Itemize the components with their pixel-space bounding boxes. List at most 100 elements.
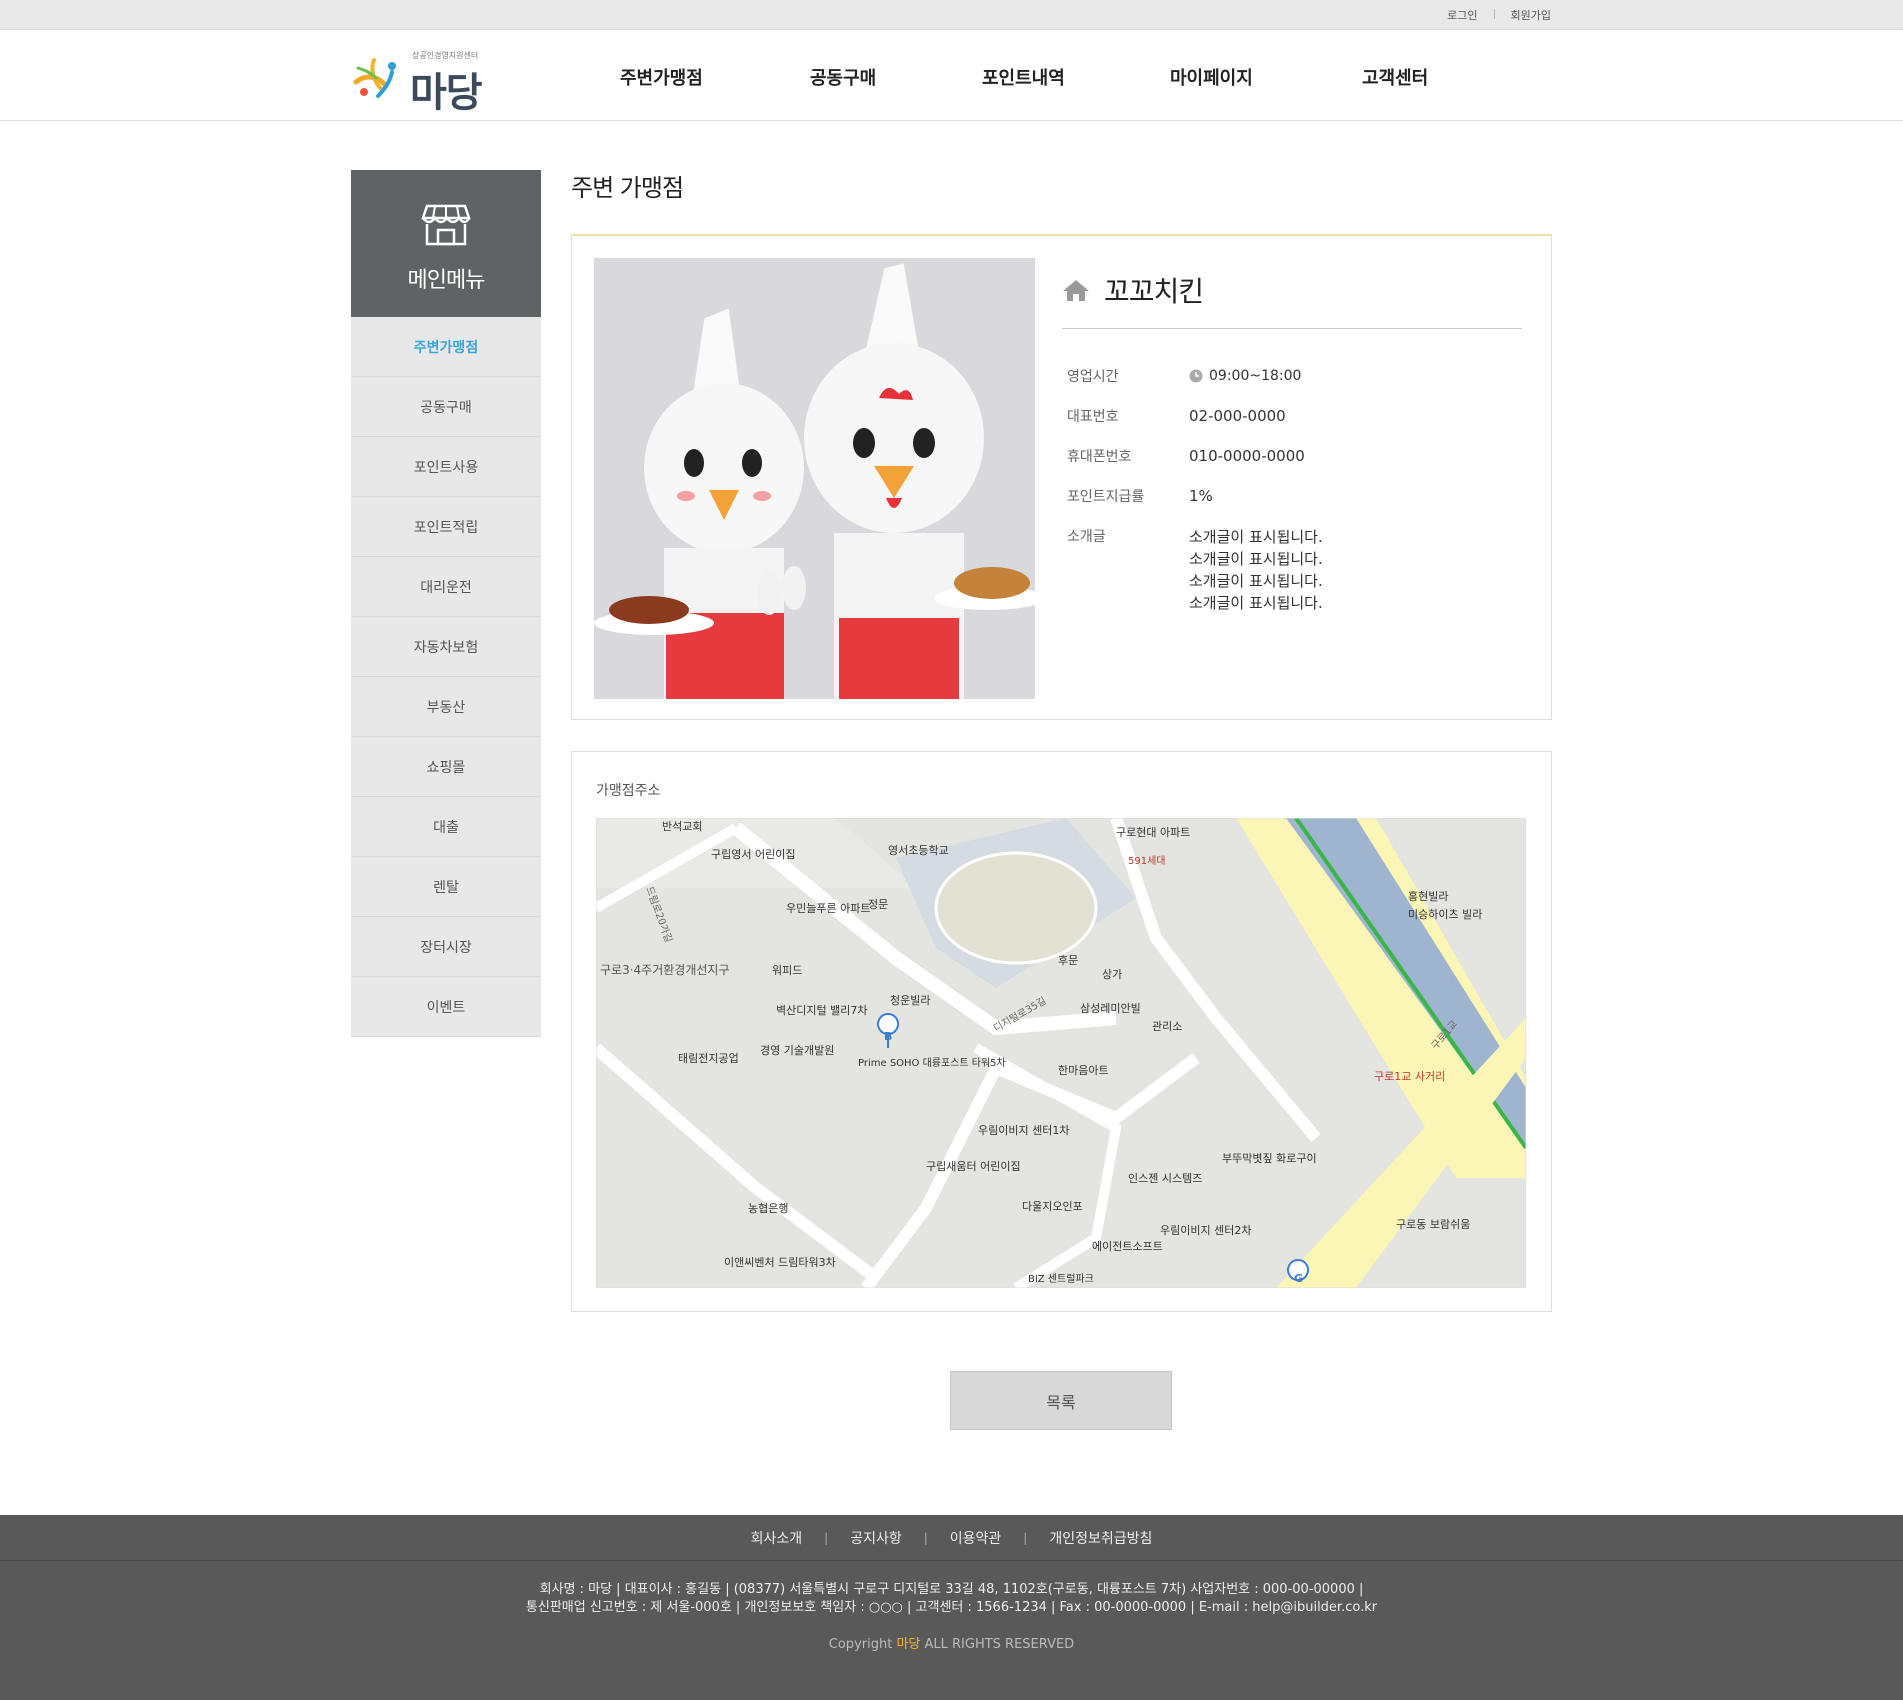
map-label: 다울지오인포 (1022, 1200, 1083, 1213)
map-label: 구립영서 어린이집 (711, 848, 795, 861)
copyright: Copyright 마당 ALL RIGHTS RESERVED (0, 1633, 1903, 1652)
map-label: 부뚜막볏짚 화로구이 (1222, 1152, 1317, 1165)
sidebar-item-point-use[interactable]: 포인트사용 (351, 437, 541, 497)
sidebar-item-point-save[interactable]: 포인트적립 (351, 497, 541, 557)
map-label: 영서초등학교 (888, 844, 949, 857)
store-name: 꼬꼬치킨 (1062, 270, 1204, 310)
intro-line: 소개글이 표시됩니다. (1189, 572, 1323, 590)
mobile-value: 010-0000-0000 (1189, 447, 1305, 465)
copyright-brand: 마당 (896, 1637, 921, 1652)
company-info-line: 회사명 : 마당 | 대표이사 : 홍길동 | (08377) 서울특별시 구로… (539, 1582, 1364, 1597)
map-label: 정문 (868, 898, 888, 911)
map-label: 우림이비지 센터2차 (1160, 1224, 1251, 1237)
main-nav: 주변가맹점 공동구매 포인트내역 마이페이지 고객센터 (620, 64, 1428, 90)
store-name-text: 꼬꼬치킨 (1104, 275, 1204, 308)
footer-link-company[interactable]: 회사소개 (751, 1528, 803, 1548)
map-label: 우민늘푸른 아파트 (786, 902, 870, 915)
signup-link[interactable]: 회원가입 (1511, 7, 1551, 23)
sidebar-item-loan[interactable]: 대출 (351, 797, 541, 857)
footer-link-privacy[interactable]: 개인정보취급방침 (1049, 1528, 1152, 1548)
map-label: 구로3·4주거환경개선지구 (600, 963, 730, 977)
utility-links: 로그인 회원가입 (1447, 7, 1551, 23)
point-rate-value: 1% (1189, 487, 1213, 505)
sidebar-item-group-buy[interactable]: 공동구매 (351, 377, 541, 437)
intro-line: 소개글이 표시됩니다. (1189, 594, 1323, 612)
list-button[interactable]: 목록 (950, 1371, 1172, 1430)
map-label: Prime SOHO 대륭포스트 타워5차 (858, 1056, 1006, 1069)
store-details: 영업시간 09:00~18:00 대표번호 02-000-0000 휴대폰번호 … (1067, 366, 1507, 634)
intro-line: 소개글이 표시됩니다. (1189, 528, 1323, 546)
divider: | (1023, 1530, 1028, 1545)
phone-row: 대표번호 02-000-0000 (1067, 406, 1507, 426)
map-label: 에이전트소프트 (1092, 1240, 1163, 1253)
map-label: 591세대 (1128, 855, 1166, 867)
sidebar-item-shopping-mall[interactable]: 쇼핑몰 (351, 737, 541, 797)
copyright-prefix: Copyright (828, 1637, 897, 1652)
map-label: 이앤씨벤처 드림타워3차 (724, 1256, 836, 1269)
map-label: 경영 기술개발원 (760, 1044, 834, 1057)
map-label: 구로1교 사거리 (1374, 1070, 1445, 1083)
mobile-label: 휴대폰번호 (1067, 449, 1132, 465)
store-photo (594, 258, 1035, 699)
intro-row: 소개글 소개글이 표시됩니다. 소개글이 표시됩니다. 소개글이 표시됩니다. … (1067, 526, 1507, 614)
mobile-row: 휴대폰번호 010-0000-0000 (1067, 446, 1507, 466)
nav-customer-center[interactable]: 고객센터 (1362, 64, 1428, 90)
logo[interactable]: 상공인경영지원센터 마당 (352, 50, 492, 116)
logo-mark-icon (353, 58, 396, 98)
map-label: 벽산디지털 밸리7차 (776, 1004, 867, 1017)
address-label: 가맹점주소 (596, 783, 661, 799)
nav-group-buy[interactable]: 공동구매 (810, 64, 982, 90)
svg-text:B: B (884, 1030, 892, 1043)
footer: 회사소개 | 공지사항 | 이용약관 | 개인정보취급방침 회사명 : 마당 |… (0, 1515, 1903, 1700)
home-icon (1063, 280, 1089, 301)
map-label: 워피드 (772, 964, 802, 977)
intro-label: 소개글 (1067, 529, 1106, 545)
sidebar-header: 메인메뉴 (351, 170, 541, 317)
nav-nearby-stores[interactable]: 주변가맹점 (620, 64, 810, 90)
map-label: 태림전지공업 (678, 1052, 739, 1065)
phone-label: 대표번호 (1067, 409, 1119, 425)
map-label: 구로현대 아파트 (1116, 826, 1190, 839)
chicken-mascot-image (594, 258, 1035, 699)
divider (1062, 328, 1522, 329)
map-label: 농협은행 (748, 1202, 788, 1215)
nav-point-history[interactable]: 포인트내역 (982, 64, 1170, 90)
intro-line: 소개글이 표시됩니다. (1189, 550, 1323, 568)
sidebar-item-real-estate[interactable]: 부동산 (351, 677, 541, 737)
map-canvas[interactable]: B G 반석교회 구립영서 어린이집 영서초등학교 구로현대 아파트 591세대… (596, 818, 1526, 1288)
sidebar-item-designated-driver[interactable]: 대리운전 (351, 557, 541, 617)
sidebar-item-car-insurance[interactable]: 자동차보험 (351, 617, 541, 677)
store-icon (421, 204, 471, 246)
sidebar-item-rental[interactable]: 렌탈 (351, 857, 541, 917)
sidebar-title: 메인메뉴 (407, 268, 486, 293)
sidebar: 메인메뉴 주변가맹점 공동구매 포인트사용 포인트적립 대리운전 자동차보험 부… (351, 170, 541, 1037)
store-map[interactable]: B G 반석교회 구립영서 어린이집 영서초등학교 구로현대 아파트 591세대… (596, 818, 1526, 1288)
map-label: 관리소 (1152, 1020, 1182, 1033)
map-label: 반석교회 (662, 820, 702, 833)
point-rate-label: 포인트지급률 (1067, 489, 1145, 505)
login-link[interactable]: 로그인 (1447, 7, 1477, 23)
map-label: 구립새움터 어린이집 (926, 1160, 1021, 1173)
svg-text:G: G (1294, 1272, 1303, 1285)
sidebar-item-market[interactable]: 장터시장 (351, 917, 541, 977)
map-label: 후문 (1058, 954, 1078, 967)
sidebar-menu: 주변가맹점 공동구매 포인트사용 포인트적립 대리운전 자동차보험 부동산 쇼핑… (351, 317, 541, 1037)
sidebar-item-event[interactable]: 이벤트 (351, 977, 541, 1037)
footer-link-notice[interactable]: 공지사항 (850, 1528, 902, 1548)
footer-link-terms[interactable]: 이용약관 (950, 1528, 1002, 1548)
footer-nav: 회사소개 | 공지사항 | 이용약관 | 개인정보취급방침 (0, 1515, 1903, 1561)
map-label: 우림이비지 센터1차 (978, 1124, 1069, 1137)
sidebar-item-nearby-stores[interactable]: 주변가맹점 (351, 317, 541, 377)
company-info: 회사명 : 마당 | 대표이사 : 홍길동 | (08377) 서울특별시 구로… (0, 1581, 1903, 1617)
map-label: 인스젠 시스템즈 (1128, 1172, 1202, 1185)
nav-my-page[interactable]: 마이페이지 (1170, 64, 1362, 90)
divider: | (824, 1530, 829, 1545)
top-utility-bar: 로그인 회원가입 (0, 0, 1903, 30)
store-info-card: 꼬꼬치킨 영업시간 09:00~18:00 대표번호 02-000-0000 휴… (571, 234, 1552, 720)
divider (1493, 9, 1495, 19)
map-label: 청운빌라 (890, 994, 930, 1007)
map-label: 한마음아트 (1058, 1064, 1109, 1077)
map-label: 미승하이츠 빌라 (1408, 907, 1482, 921)
hours-label: 영업시간 (1067, 369, 1119, 385)
hours-value: 09:00~18:00 (1209, 368, 1302, 384)
